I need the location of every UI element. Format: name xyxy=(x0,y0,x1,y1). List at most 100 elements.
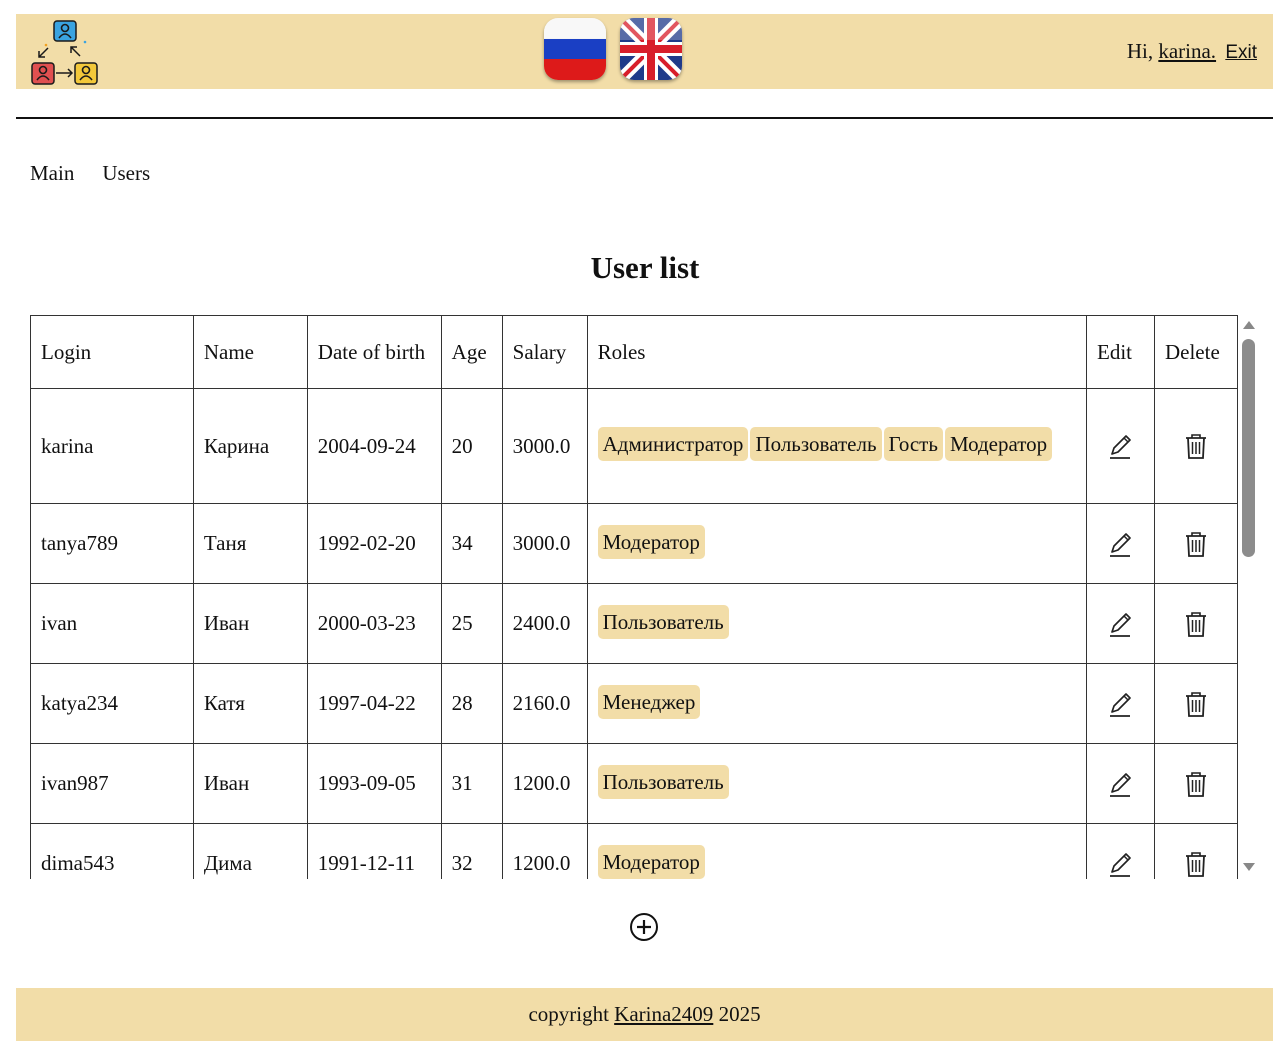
cell-login: ivan xyxy=(30,583,194,664)
trash-icon xyxy=(1185,771,1206,797)
exit-link[interactable]: Exit xyxy=(1225,42,1257,63)
footer-author-link[interactable]: Karina2409 xyxy=(614,1002,713,1026)
edit-button[interactable] xyxy=(1086,743,1155,824)
edit-button[interactable] xyxy=(1086,823,1155,879)
delete-button[interactable] xyxy=(1153,823,1238,879)
footer-year: 2025 xyxy=(718,1002,761,1026)
cell-salary: 3000.0 xyxy=(501,388,588,504)
cell-login: ivan987 xyxy=(30,743,194,824)
header-roles: Roles xyxy=(586,315,1088,389)
scrollbar-thumb[interactable] xyxy=(1242,339,1255,557)
edit-button[interactable] xyxy=(1086,388,1155,504)
cell-login: karina xyxy=(30,388,194,504)
role-badge: Гость xyxy=(883,427,943,461)
scroll-up-icon[interactable] xyxy=(1243,321,1255,329)
delete-button[interactable] xyxy=(1153,743,1238,824)
user-table: Login Name Date of birth Age Salary Role… xyxy=(30,315,1238,879)
trash-icon xyxy=(1185,434,1206,459)
table-row: ivan987 Иван 1993-09-05 31 1200.0 Пользовател… xyxy=(30,743,1238,824)
cell-roles: Менеджер xyxy=(586,663,1088,744)
cell-name: Таня xyxy=(192,503,308,584)
pencil-icon xyxy=(1110,772,1132,797)
cell-age: 28 xyxy=(440,663,503,744)
header: Hi, karina. Exit xyxy=(16,14,1273,89)
pencil-icon xyxy=(1110,612,1132,637)
cell-age: 20 xyxy=(440,388,503,504)
language-switcher xyxy=(544,18,682,80)
nav-item-main[interactable]: Main xyxy=(30,161,74,186)
role-badge: Администратор xyxy=(597,427,749,461)
username-link[interactable]: karina. xyxy=(1158,39,1216,63)
cell-roles: Администратор Пользователь Гость Модератор xyxy=(586,388,1088,504)
cell-name: Карина xyxy=(192,388,308,504)
nav-item-users[interactable]: Users xyxy=(102,161,150,186)
cell-salary: 2160.0 xyxy=(501,663,588,744)
header-delete: Delete xyxy=(1153,315,1238,389)
cell-roles: Пользователь xyxy=(586,583,1088,664)
header-edit: Edit xyxy=(1086,315,1155,389)
cell-name: Иван xyxy=(192,583,308,664)
header-name: Name xyxy=(192,315,308,389)
edit-button[interactable] xyxy=(1086,663,1155,744)
cell-salary: 3000.0 xyxy=(501,503,588,584)
cell-salary: 2400.0 xyxy=(501,583,588,664)
russian-flag-icon[interactable] xyxy=(544,18,606,80)
role-badge: Пользователь xyxy=(597,764,729,799)
cell-roles: Пользователь xyxy=(586,743,1088,824)
edit-button[interactable] xyxy=(1086,503,1155,584)
header-login: Login xyxy=(30,315,194,389)
cell-name: Дима xyxy=(192,823,308,879)
role-badge: Модератор xyxy=(597,844,705,879)
role-badge: Пользователь xyxy=(750,427,882,461)
table-row: katya234 Катя 1997-04-22 28 2160.0 Менеджер xyxy=(30,663,1238,744)
trash-icon xyxy=(1185,691,1206,717)
delete-button[interactable] xyxy=(1153,388,1238,504)
trash-icon xyxy=(1185,851,1206,877)
cell-salary: 1200.0 xyxy=(501,823,588,879)
cell-dob: 1993-09-05 xyxy=(306,743,442,824)
cell-login: katya234 xyxy=(30,663,194,744)
footer: copyright Karina2409 2025 xyxy=(16,988,1273,1041)
uk-flag-icon[interactable] xyxy=(620,18,682,80)
edit-button[interactable] xyxy=(1086,583,1155,664)
cell-dob: 1992-02-20 xyxy=(306,503,442,584)
user-table-container: Login Name Date of birth Age Salary Role… xyxy=(30,315,1238,879)
delete-button[interactable] xyxy=(1153,503,1238,584)
delete-button[interactable] xyxy=(1153,663,1238,744)
cell-name: Катя xyxy=(192,663,308,744)
table-scrollbar[interactable] xyxy=(1240,315,1258,879)
pencil-icon xyxy=(1110,852,1132,877)
role-badge: Менеджер xyxy=(597,684,701,719)
cell-login: dima543 xyxy=(30,823,194,879)
cell-login: tanya789 xyxy=(30,503,194,584)
add-user-button[interactable] xyxy=(629,912,659,942)
page-title: User list xyxy=(590,250,700,285)
user-greeting: Hi, karina. Exit xyxy=(1127,39,1257,64)
role-badge: Модератор xyxy=(597,524,705,559)
table-row: dima543 Дима 1991-12-11 32 1200.0 Модератор xyxy=(30,823,1238,879)
trash-icon xyxy=(1185,531,1206,557)
footer-prefix: copyright xyxy=(528,1002,609,1026)
table-row: ivan Иван 2000-03-23 25 2400.0 Пользователь xyxy=(30,583,1238,664)
greeting-text: Hi, xyxy=(1126,39,1154,63)
main-nav: Main Users xyxy=(30,161,150,186)
pencil-icon xyxy=(1110,692,1132,717)
pencil-icon xyxy=(1110,532,1132,557)
plus-circle-icon xyxy=(630,913,658,941)
cell-age: 31 xyxy=(440,743,503,824)
cell-dob: 1997-04-22 xyxy=(306,663,442,744)
header-salary: Salary xyxy=(501,315,588,389)
table-row: karina Карина 2004-09-24 20 3000.0 Администра… xyxy=(30,388,1238,504)
cell-roles: Модератор xyxy=(586,823,1088,879)
cell-dob: 2000-03-23 xyxy=(306,583,442,664)
scroll-down-icon[interactable] xyxy=(1243,863,1255,871)
cell-age: 34 xyxy=(440,503,503,584)
cell-dob: 2004-09-24 xyxy=(306,388,442,504)
delete-button[interactable] xyxy=(1153,583,1238,664)
cell-roles: Модератор xyxy=(586,503,1088,584)
cell-name: Иван xyxy=(192,743,308,824)
cell-dob: 1991-12-11 xyxy=(306,823,442,879)
header-divider xyxy=(16,117,1273,119)
trash-icon xyxy=(1185,611,1206,637)
role-badge: Модератор xyxy=(944,427,1053,461)
